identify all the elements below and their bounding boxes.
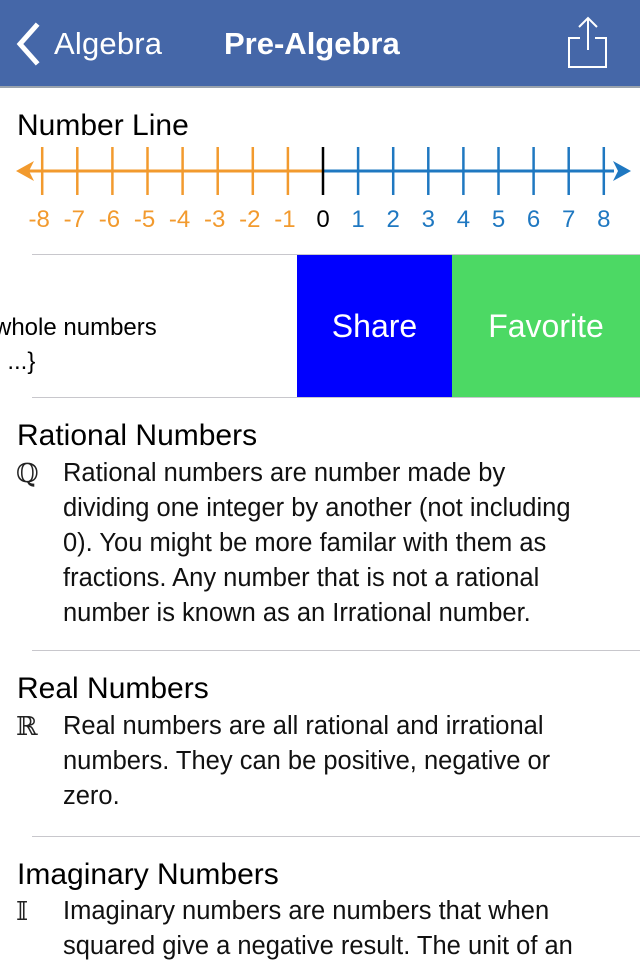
entry-line: Rational numbers are number made by <box>63 459 506 487</box>
tick-label: -6 <box>99 206 120 233</box>
back-button[interactable]: Algebra <box>14 22 162 66</box>
entry-line: Imaginary numbers are numbers that when <box>63 897 550 925</box>
row-text-line-1: whole numbers <box>0 314 157 341</box>
divider <box>32 397 640 398</box>
tick-label: 7 <box>562 206 575 233</box>
entry-line: Real numbers are all rational and irrati… <box>63 712 544 740</box>
tick-label: 5 <box>492 206 505 233</box>
tick-label: 6 <box>527 206 540 233</box>
right-arrow-icon <box>613 161 631 181</box>
tick-label-zero: 0 <box>316 206 329 233</box>
share-icon[interactable] <box>565 14 611 72</box>
imaginary-symbol-icon: 𝕀 <box>16 897 29 927</box>
entry-line: squared give a negative result. The unit… <box>63 932 573 960</box>
tick-label: -8 <box>29 206 50 233</box>
number-line-title: Number Line <box>17 109 189 142</box>
back-button-label: Algebra <box>54 26 163 61</box>
tick-label: -5 <box>134 206 155 233</box>
tick-label: -4 <box>169 206 190 233</box>
tick-label: 2 <box>387 206 400 233</box>
tick-label: -1 <box>274 206 295 233</box>
tick-label: 3 <box>422 206 435 233</box>
real-symbol-icon: ℝ <box>16 712 38 742</box>
tick-label: -2 <box>239 206 260 233</box>
page-title: Pre-Algebra <box>224 26 400 61</box>
entry-title: Real Numbers <box>17 672 209 705</box>
entry-line: zero. <box>63 782 120 810</box>
entry-line: number is known as an Irrational number. <box>63 599 531 627</box>
entry-line: 0). You might be more familar with them … <box>63 529 547 557</box>
tick-label: -3 <box>204 206 225 233</box>
rational-symbol-icon: ℚ <box>16 459 39 489</box>
entry-description: Real numbers are all rational and irrati… <box>63 709 633 814</box>
entry-line: fractions. Any number that is not a rati… <box>63 564 540 592</box>
navigation-bar: Algebra Pre-Algebra <box>0 0 640 88</box>
entry-description: Imaginary numbers are numbers that when … <box>63 894 633 960</box>
entry-line: numbers. They can be positive, negative … <box>63 747 551 775</box>
tick-label: 8 <box>597 206 610 233</box>
share-button[interactable]: Share <box>297 255 452 398</box>
favorite-button[interactable]: Favorite <box>452 255 640 398</box>
swiped-list-row[interactable]: whole numbers , ...} Share Favorite <box>0 255 640 398</box>
row-text-line-2: , ...} <box>0 348 36 375</box>
entry-title: Rational Numbers <box>17 419 258 452</box>
chevron-left-icon <box>16 22 40 66</box>
tick-label: 1 <box>351 206 364 233</box>
divider <box>32 650 640 651</box>
tick-label: -7 <box>64 206 85 233</box>
entry-line: dividing one integer by another (not inc… <box>63 494 571 522</box>
divider <box>32 836 640 837</box>
tick-label: 4 <box>457 206 470 233</box>
entry-title: Imaginary Numbers <box>17 858 279 891</box>
entry-description: Rational numbers are number made by divi… <box>63 456 633 631</box>
number-line-graphic: -8 -7 -6 -5 -4 -3 -2 -1 0 1 2 3 4 5 6 7 8 <box>16 147 631 233</box>
